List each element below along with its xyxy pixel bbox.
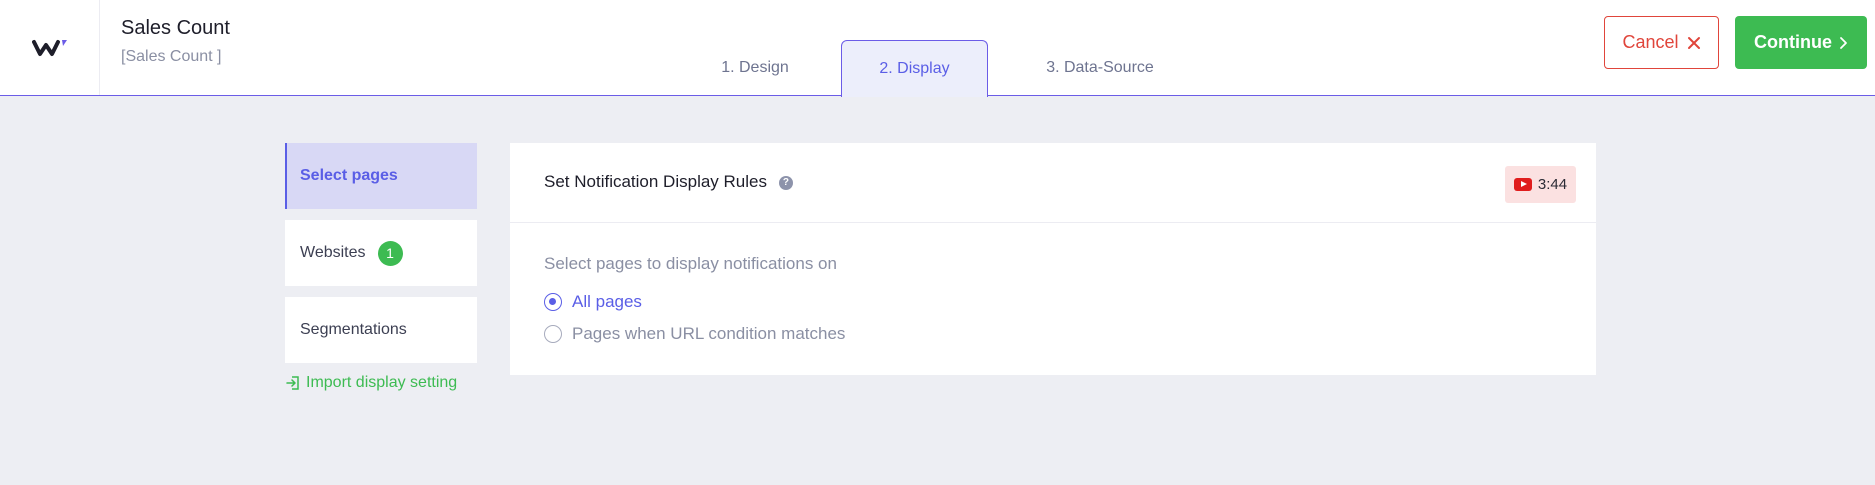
import-label: Import display setting	[306, 374, 458, 391]
continue-label: Continue	[1754, 32, 1832, 52]
option-all-pages[interactable]: All pages	[544, 292, 642, 312]
cancel-label: Cancel	[1622, 32, 1679, 52]
video-tutorial-button[interactable]: 3:44	[1505, 166, 1576, 203]
logo[interactable]	[0, 0, 100, 95]
page-subtitle: [Sales Count ]	[121, 48, 222, 65]
sidebar-item-label: Websites	[300, 244, 366, 261]
page-title: Sales Count	[121, 17, 230, 39]
radio-button[interactable]	[544, 293, 562, 311]
youtube-icon	[1513, 178, 1532, 191]
import-icon	[286, 376, 299, 390]
panel-header: Set Notification Display Rules? 3:44	[510, 143, 1596, 223]
display-rules-panel: Set Notification Display Rules? 3:44 Sel…	[510, 143, 1596, 375]
cancel-button[interactable]: Cancel	[1604, 16, 1719, 69]
section-label: Select pages to display notifications on	[544, 254, 837, 273]
sidebar-item-label: Select pages	[300, 167, 398, 184]
continue-button[interactable]: Continue	[1735, 16, 1867, 69]
import-display-setting-link[interactable]: Import display setting	[286, 374, 457, 392]
count-badge: 1	[377, 240, 403, 266]
option-label: All pages	[572, 292, 642, 311]
help-icon[interactable]: ?	[778, 175, 793, 190]
close-icon	[1687, 36, 1700, 49]
top-header: Sales Count [Sales Count ] 1. Design 2. …	[0, 0, 1875, 97]
chevron-right-icon	[1840, 36, 1847, 49]
option-url-condition[interactable]: Pages when URL condition matches	[544, 324, 845, 344]
tab-design[interactable]: 1. Design	[690, 40, 820, 96]
sidebar-item-segmentations[interactable]: Segmentations	[285, 297, 477, 363]
panel-title-text: Set Notification Display Rules	[544, 172, 767, 191]
option-label: Pages when URL condition matches	[572, 324, 846, 343]
w-logo-icon	[31, 39, 67, 56]
video-duration: 3:44	[1537, 176, 1568, 193]
radio-button[interactable]	[544, 325, 562, 343]
sidebar-item-label: Segmentations	[300, 321, 407, 338]
tab-data-source[interactable]: 3. Data-Source	[1020, 40, 1180, 96]
sidebar-item-select-pages[interactable]: Select pages	[285, 143, 477, 209]
tab-display[interactable]: 2. Display	[841, 40, 988, 97]
sidebar-item-websites[interactable]: Websites 1	[285, 220, 477, 286]
panel-title: Set Notification Display Rules?	[544, 172, 793, 192]
